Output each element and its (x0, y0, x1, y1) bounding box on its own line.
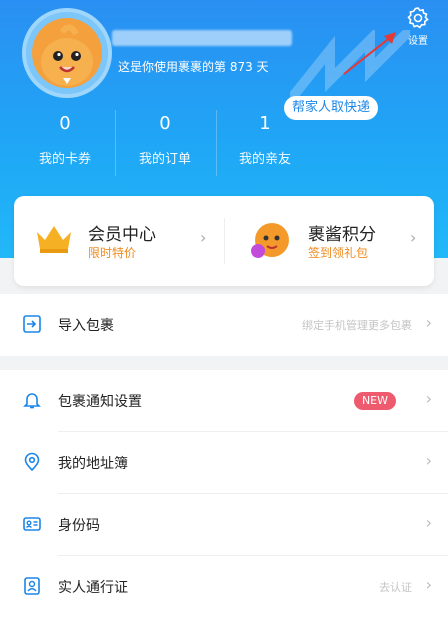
import-section: 导入包裹 绑定手机管理更多包裹 › (0, 294, 448, 356)
menu-item-real-name-pass[interactable]: 实人通行证 去认证 › (0, 556, 448, 618)
points-subtitle: 签到领礼包 (308, 246, 369, 260)
member-points-card: 会员中心 限时特价 › 裹酱积分 签到领礼包 › (14, 196, 434, 286)
member-center-entry[interactable]: 会员中心 限时特价 › (14, 196, 224, 286)
chevron-right-icon: › (425, 513, 432, 532)
chevron-right-icon: › (425, 313, 432, 332)
points-title: 裹酱积分 (308, 225, 376, 245)
menu-item-note: 绑定手机管理更多包裹 (302, 319, 412, 332)
stat-family[interactable]: 1 我的亲友 (210, 110, 320, 167)
settings-section: 包裹通知设置 NEW › 我的地址簿 › 身份码 › 实人通行证 去认证 › (0, 370, 448, 618)
menu-item-label: 包裹通知设置 (58, 394, 142, 410)
bell-icon (23, 393, 41, 409)
settings-button[interactable]: 设置 (400, 6, 436, 48)
chevron-right-icon: › (425, 451, 432, 470)
menu-item-label: 我的地址簿 (58, 456, 128, 472)
stat-orders-label: 我的订单 (138, 152, 191, 167)
menu-item-label: 身份码 (58, 518, 100, 534)
new-badge: NEW (353, 392, 396, 410)
stat-orders-value: 0 (159, 113, 171, 134)
person-badge-icon (24, 577, 40, 595)
chevron-right-icon: › (425, 575, 432, 594)
member-center-subtitle: 限时特价 (88, 246, 137, 260)
chevron-right-icon: › (410, 228, 417, 247)
menu-item-notify-settings[interactable]: 包裹通知设置 NEW › (0, 370, 448, 432)
avatar[interactable] (22, 8, 112, 98)
menu-item-label: 导入包裹 (58, 318, 114, 334)
annotation-arrow (343, 32, 396, 75)
chevron-right-icon: › (425, 389, 432, 408)
stat-coupons-label: 我的卡券 (38, 152, 91, 167)
import-icon (23, 315, 41, 333)
menu-item-id-code[interactable]: 身份码 › (0, 494, 448, 556)
points-entry[interactable]: 裹酱积分 签到领礼包 › (224, 196, 434, 286)
menu-item-note: 去认证 (379, 581, 412, 594)
location-pin-icon (24, 452, 40, 472)
member-center-title: 会员中心 (88, 225, 156, 245)
chevron-right-icon: › (200, 228, 207, 247)
usage-days-text: 这是你使用裹裹的第 873 天 (118, 60, 269, 74)
mascot-avatar (32, 18, 102, 88)
mascot-icon (251, 223, 289, 258)
menu-item-label: 实人通行证 (58, 580, 128, 596)
settings-label: 设置 (408, 36, 428, 47)
stats-row: 0 我的卡券 0 我的订单 1 我的亲友 (0, 110, 330, 180)
stat-coupons[interactable]: 0 我的卡券 (10, 110, 120, 167)
menu-item-import[interactable]: 导入包裹 绑定手机管理更多包裹 › (0, 294, 448, 356)
menu-item-address-book[interactable]: 我的地址簿 › (0, 432, 448, 494)
crown-icon (37, 226, 71, 253)
id-card-icon (23, 517, 41, 531)
stat-coupons-value: 0 (59, 113, 71, 134)
stat-orders[interactable]: 0 我的订单 (110, 110, 220, 167)
stat-family-value: 1 (259, 113, 271, 134)
stat-family-label: 我的亲友 (238, 152, 291, 167)
gear-icon (407, 7, 429, 29)
username-blurred (112, 30, 292, 46)
